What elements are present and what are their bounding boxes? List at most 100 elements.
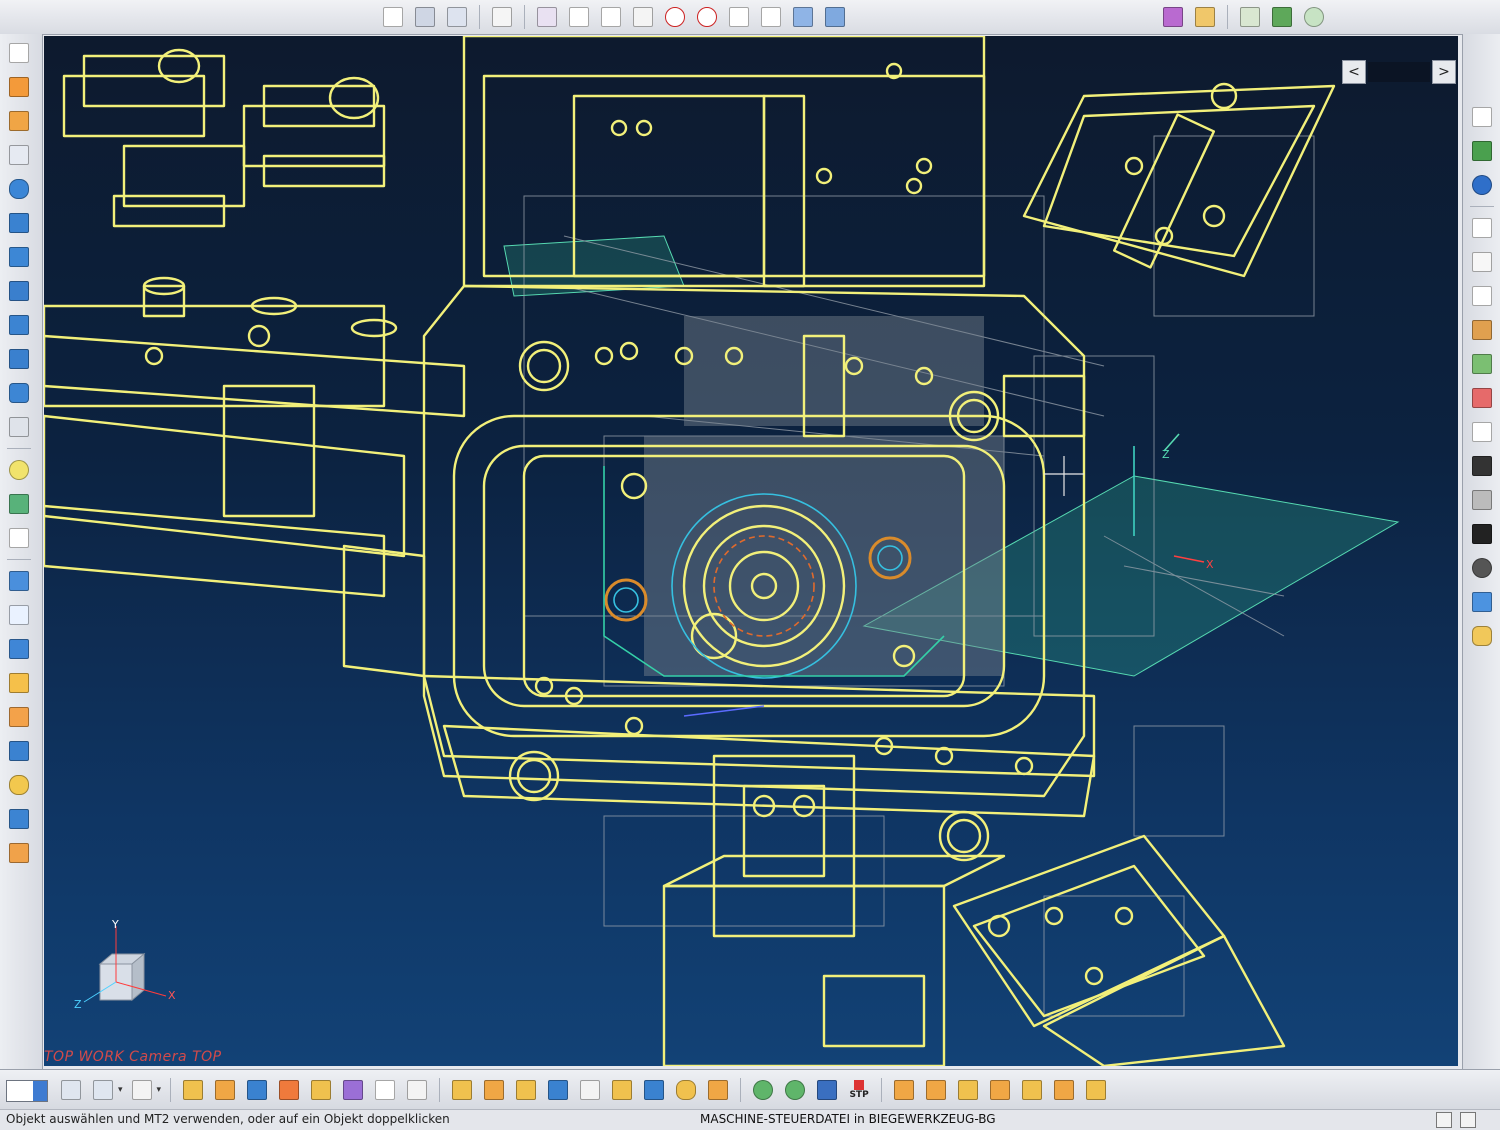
draft-icon[interactable] xyxy=(6,840,32,866)
box-icon[interactable] xyxy=(6,210,32,236)
chevron-down-icon[interactable]: ▾ xyxy=(118,1085,123,1095)
plane-icon[interactable] xyxy=(6,525,32,551)
layers-icon[interactable] xyxy=(90,1077,116,1103)
link-icon[interactable] xyxy=(449,1077,475,1103)
torus-icon[interactable] xyxy=(6,312,32,338)
circle-icon[interactable] xyxy=(694,4,720,30)
hole-icon[interactable] xyxy=(6,142,32,168)
surface-icon[interactable] xyxy=(6,491,32,517)
insert-part-icon[interactable] xyxy=(923,1077,949,1103)
arc-icon[interactable] xyxy=(598,4,624,30)
spring-icon[interactable] xyxy=(1469,487,1495,513)
view-icon[interactable] xyxy=(641,1077,667,1103)
subtract-icon[interactable] xyxy=(6,772,32,798)
3d-viewport[interactable]: Z X Y X Z < > TOP WORK Camera TOP xyxy=(44,36,1458,1066)
pan-icon[interactable] xyxy=(444,4,470,30)
database-icon[interactable] xyxy=(58,1077,84,1103)
constraint-icon[interactable] xyxy=(513,1077,539,1103)
array-icon[interactable] xyxy=(276,1077,302,1103)
nav-next-button[interactable]: > xyxy=(1432,60,1456,84)
database-icon[interactable] xyxy=(1469,623,1495,649)
wedge-icon[interactable] xyxy=(6,278,32,304)
copy-icon[interactable] xyxy=(244,1077,270,1103)
revolve-icon[interactable] xyxy=(6,108,32,134)
image-icon[interactable] xyxy=(1469,385,1495,411)
coordinate-system-icon[interactable] xyxy=(129,1077,155,1103)
center-icon[interactable] xyxy=(662,4,688,30)
info-icon[interactable] xyxy=(1469,172,1495,198)
settings-icon[interactable] xyxy=(1301,4,1327,30)
reference-part-icon[interactable] xyxy=(1019,1077,1045,1103)
bom-icon[interactable] xyxy=(1083,1077,1109,1103)
cone-icon[interactable] xyxy=(6,244,32,270)
nav-prev-button[interactable]: < xyxy=(1342,60,1366,84)
spline-icon[interactable] xyxy=(630,4,656,30)
document-icon[interactable] xyxy=(1469,215,1495,241)
flag-icon[interactable] xyxy=(372,1077,398,1103)
assembly-icon[interactable] xyxy=(481,1077,507,1103)
sphere-icon[interactable] xyxy=(6,457,32,483)
sphere-shade-icon[interactable] xyxy=(1469,555,1495,581)
sync-icon[interactable] xyxy=(782,1077,808,1103)
folder-icon[interactable] xyxy=(1469,589,1495,615)
view-cube[interactable]: Y X Z xyxy=(74,918,176,1011)
grid-snap-icon[interactable] xyxy=(489,4,515,30)
point-icon[interactable] xyxy=(534,4,560,30)
measure-distance-icon[interactable] xyxy=(577,1077,603,1103)
align-icon[interactable] xyxy=(308,1077,334,1103)
palette-icon[interactable] xyxy=(1192,4,1218,30)
report-icon[interactable] xyxy=(1237,4,1263,30)
extrude-icon[interactable] xyxy=(6,74,32,100)
measure-icon[interactable] xyxy=(790,4,816,30)
transform-icon[interactable] xyxy=(212,1077,238,1103)
connect-icon[interactable] xyxy=(609,1077,635,1103)
stp-label: STP xyxy=(849,1090,869,1100)
group-icon[interactable] xyxy=(340,1077,366,1103)
wireframe-icon[interactable] xyxy=(6,602,32,628)
library-icon[interactable] xyxy=(1469,138,1495,164)
duplicate-part-icon[interactable] xyxy=(987,1077,1013,1103)
color-icon[interactable] xyxy=(1469,317,1495,343)
ruler-icon[interactable] xyxy=(1469,249,1495,275)
sketch-icon[interactable] xyxy=(6,40,32,66)
layer-icon[interactable] xyxy=(1160,4,1186,30)
fillet-icon[interactable] xyxy=(6,414,32,440)
refresh-icon[interactable] xyxy=(750,1077,776,1103)
sheet-icon[interactable] xyxy=(1269,4,1295,30)
chevron-down-icon[interactable]: ▾ xyxy=(157,1085,162,1095)
replace-part-icon[interactable] xyxy=(955,1077,981,1103)
view-solid-icon[interactable] xyxy=(822,4,848,30)
mirror-part-icon[interactable] xyxy=(545,1077,571,1103)
shell-icon[interactable] xyxy=(6,346,32,372)
users-icon[interactable] xyxy=(1469,351,1495,377)
mirror-icon[interactable] xyxy=(6,670,32,696)
chain-icon[interactable] xyxy=(673,1077,699,1103)
fastener-icon[interactable] xyxy=(705,1077,731,1103)
line-icon[interactable] xyxy=(566,4,592,30)
tangent-icon[interactable] xyxy=(758,4,784,30)
intersection-icon[interactable] xyxy=(726,4,752,30)
component-icon[interactable] xyxy=(891,1077,917,1103)
intersect-icon[interactable] xyxy=(6,806,32,832)
din-icon[interactable] xyxy=(1469,453,1495,479)
section-icon[interactable] xyxy=(6,636,32,662)
select-icon[interactable] xyxy=(380,4,406,30)
tree-icon[interactable] xyxy=(404,1077,430,1103)
rotate-icon[interactable] xyxy=(412,4,438,30)
move-icon[interactable] xyxy=(180,1077,206,1103)
expand-icon[interactable] xyxy=(1469,104,1495,130)
pattern-icon[interactable] xyxy=(6,704,32,730)
save-icon[interactable] xyxy=(814,1077,840,1103)
stp-export-icon[interactable]: STP xyxy=(846,1077,872,1103)
part-icon[interactable] xyxy=(1469,521,1495,547)
properties-icon[interactable] xyxy=(1469,283,1495,309)
close-button[interactable] xyxy=(1460,1112,1476,1128)
chamfer-icon[interactable] xyxy=(6,380,32,406)
restore-button[interactable] xyxy=(1436,1112,1452,1128)
solid-view-icon[interactable] xyxy=(6,568,32,594)
catalog-icon[interactable] xyxy=(1051,1077,1077,1103)
norm-icon[interactable] xyxy=(1469,419,1495,445)
cylinder-icon[interactable] xyxy=(6,176,32,202)
combine-icon[interactable] xyxy=(6,738,32,764)
layer-dropdown[interactable] xyxy=(6,1080,48,1102)
